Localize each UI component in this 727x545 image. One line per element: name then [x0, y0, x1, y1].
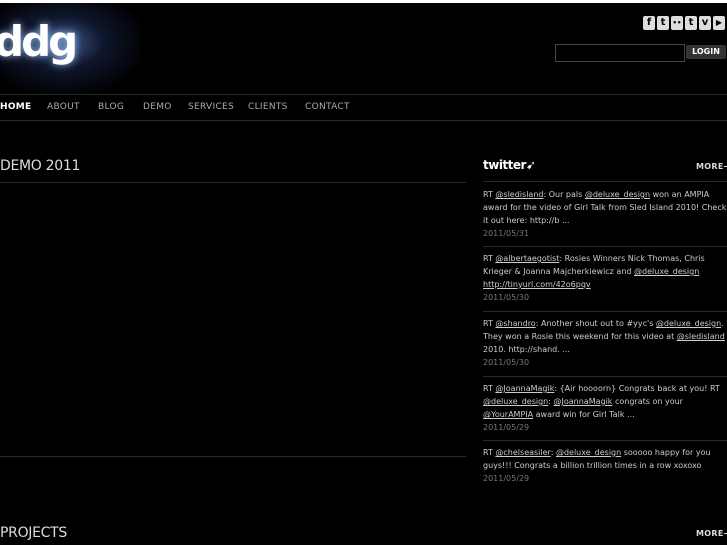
mention-link[interactable]: @deluxe_design: [483, 397, 548, 406]
nav-blog[interactable]: BLOG: [98, 102, 124, 112]
tweet-divider: [483, 311, 727, 312]
tweet-date: 2011/05/30: [483, 293, 530, 302]
mention-link[interactable]: @sledisland: [495, 190, 543, 199]
projects-title: PROJECTS: [0, 525, 67, 541]
mention-link[interactable]: @JoannaMagik: [495, 384, 554, 393]
tweet-divider: [483, 246, 727, 247]
site-logo[interactable]: ddg: [0, 3, 140, 93]
mention-link[interactable]: @albertaegotist: [495, 254, 559, 263]
tweet-text: 2010. http://shand. ...: [483, 345, 570, 354]
mention-link[interactable]: @sledisland: [677, 332, 725, 341]
twitter-logo: twitter➹: [483, 158, 536, 172]
tweet-date: 2011/05/30: [483, 358, 530, 367]
twitter-more-label: MORE: [696, 162, 724, 171]
tweet-text: : {Air hoooorn} Congrats back at you! RT: [554, 384, 720, 393]
nav-home[interactable]: HOME: [0, 102, 32, 112]
mention-link[interactable]: @deluxe_design: [656, 319, 721, 328]
projects-more-label: MORE: [696, 529, 724, 538]
tweet-text: RT: [483, 319, 496, 328]
facebook-icon[interactable]: f: [643, 16, 655, 30]
demo-bottom-divider: [0, 456, 466, 457]
tweet-item: RT @shandro: Another shout out to #yyc's…: [483, 317, 727, 369]
twitter-divider: [483, 181, 727, 182]
tweet-divider: [483, 440, 727, 441]
tweet-text: RT: [483, 448, 496, 457]
mention-link[interactable]: @YourAMPIA: [483, 410, 533, 419]
mention-link[interactable]: @chelseasiler: [495, 448, 550, 457]
demo-title: DEMO 2011: [0, 158, 81, 174]
tweet-date: 2011/05/29: [483, 474, 530, 483]
search-input[interactable]: [555, 44, 685, 62]
nav-contact[interactable]: CONTACT: [305, 102, 350, 112]
logo-text: ddg: [0, 17, 78, 66]
tumblr-icon[interactable]: t: [685, 16, 697, 30]
mention-link[interactable]: @deluxe_design: [585, 190, 650, 199]
tweet-date: 2011/05/29: [483, 423, 530, 432]
tweet-text: : Another shout out to #yyc's: [535, 319, 656, 328]
tweet-item: RT @JoannaMagik: {Air hoooorn} Congrats …: [483, 382, 727, 434]
tweet-text: congrats on your: [612, 397, 683, 406]
tweet-divider: [483, 376, 727, 377]
tweet-item: RT @albertaegotist: Rosies Winners Nick …: [483, 252, 727, 304]
tweet-item: RT @chelseasiler: @deluxe_design sooooo …: [483, 446, 727, 485]
youtube-icon[interactable]: ▶: [713, 16, 725, 30]
vimeo-icon[interactable]: v: [699, 16, 711, 30]
arrow-right-icon: →: [724, 529, 727, 538]
tweet-text: : Our pals: [543, 190, 585, 199]
login-button[interactable]: LOGIN: [686, 45, 726, 59]
twitter-heading: twitter: [483, 158, 526, 172]
tweet-text: RT: [483, 384, 496, 393]
url-link[interactable]: http://tinyurl.com/42o6pqv: [483, 280, 591, 289]
demo-divider: [0, 182, 466, 183]
twitter-bird-icon: ➹: [525, 158, 536, 172]
social-links: f t •• t v ▶: [643, 16, 725, 30]
twitter-more-link[interactable]: MORE→: [696, 162, 727, 171]
twitter-icon[interactable]: t: [657, 16, 669, 30]
nav-demo[interactable]: DEMO: [143, 102, 172, 112]
projects-more-link[interactable]: MORE→: [696, 529, 727, 538]
tweet-item: RT @sledisland: Our pals @deluxe_design …: [483, 188, 727, 240]
mention-link[interactable]: @deluxe_design: [634, 267, 699, 276]
tweet-date: 2011/05/31: [483, 229, 530, 238]
nav-about[interactable]: ABOUT: [47, 102, 80, 112]
tweet-text: RT: [483, 254, 496, 263]
nav-services[interactable]: SERVICES: [188, 102, 234, 112]
mention-link[interactable]: @deluxe_design: [556, 448, 621, 457]
arrow-right-icon: →: [724, 162, 727, 171]
tweet-text: award win for Girl Talk ...: [533, 410, 635, 419]
mention-link[interactable]: @shandro: [495, 319, 535, 328]
mention-link[interactable]: @JoannaMagik: [554, 397, 613, 406]
tweet-text: RT: [483, 190, 496, 199]
nav-clients[interactable]: CLIENTS: [248, 102, 288, 112]
main-nav: HOME ABOUT BLOG DEMO SERVICES CLIENTS CO…: [0, 94, 727, 121]
flickr-icon[interactable]: ••: [671, 16, 683, 30]
